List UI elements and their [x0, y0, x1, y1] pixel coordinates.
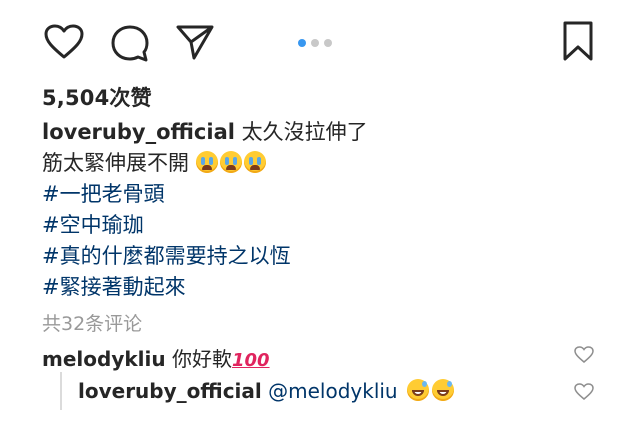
caption-username[interactable]: loveruby_official [42, 120, 235, 144]
grinning-sweat-icon [406, 379, 429, 401]
share-icon[interactable] [176, 24, 214, 60]
bookmark-icon[interactable] [562, 20, 594, 62]
comment-item: melodykliu 你好軟100 [42, 343, 270, 372]
grinning-sweat-icon [431, 379, 454, 401]
comment-like-heart-icon[interactable] [574, 346, 594, 364]
likes-count[interactable]: 5,504次赞 [42, 82, 152, 112]
carousel-dot [311, 39, 319, 47]
hashtag-link[interactable]: #真的什麼都需要持之以恆 [42, 241, 602, 272]
crying-face-icon [243, 151, 266, 173]
reply-username[interactable]: loveruby_official [78, 379, 262, 403]
post-caption: loveruby_official 太久沒拉伸了 筋太緊伸展不開 #一把老骨頭 … [42, 117, 602, 303]
crying-face-icon [195, 151, 218, 173]
carousel-dot [324, 39, 332, 47]
comment-text: 你好軟 [171, 347, 232, 371]
hashtag-link[interactable]: #一把老骨頭 [42, 179, 602, 210]
caption-text-2: 筋太緊伸展不開 [42, 151, 189, 175]
comment-icon[interactable] [110, 24, 150, 64]
reply-like-heart-icon[interactable] [574, 383, 594, 401]
view-comments-link[interactable]: 共32条评论 [42, 309, 142, 336]
carousel-indicator [298, 39, 332, 47]
hashtag-link[interactable]: #空中瑜珈 [42, 210, 602, 241]
comment-username[interactable]: melodykliu [42, 347, 166, 371]
hundred-points-icon: 100 [231, 350, 270, 371]
reply-item: loveruby_official @melodykliu [78, 379, 454, 403]
carousel-dot-active [298, 39, 306, 47]
crying-face-icon [219, 151, 242, 173]
caption-line-1: loveruby_official 太久沒拉伸了 [42, 117, 602, 148]
caption-line-2: 筋太緊伸展不開 [42, 148, 602, 179]
reply-mention[interactable]: @melodykliu [268, 379, 397, 403]
reply-thread-line [60, 372, 62, 410]
caption-text-1: 太久沒拉伸了 [241, 120, 368, 144]
heart-icon[interactable] [44, 24, 84, 60]
hashtag-link[interactable]: #緊接著動起來 [42, 272, 602, 303]
